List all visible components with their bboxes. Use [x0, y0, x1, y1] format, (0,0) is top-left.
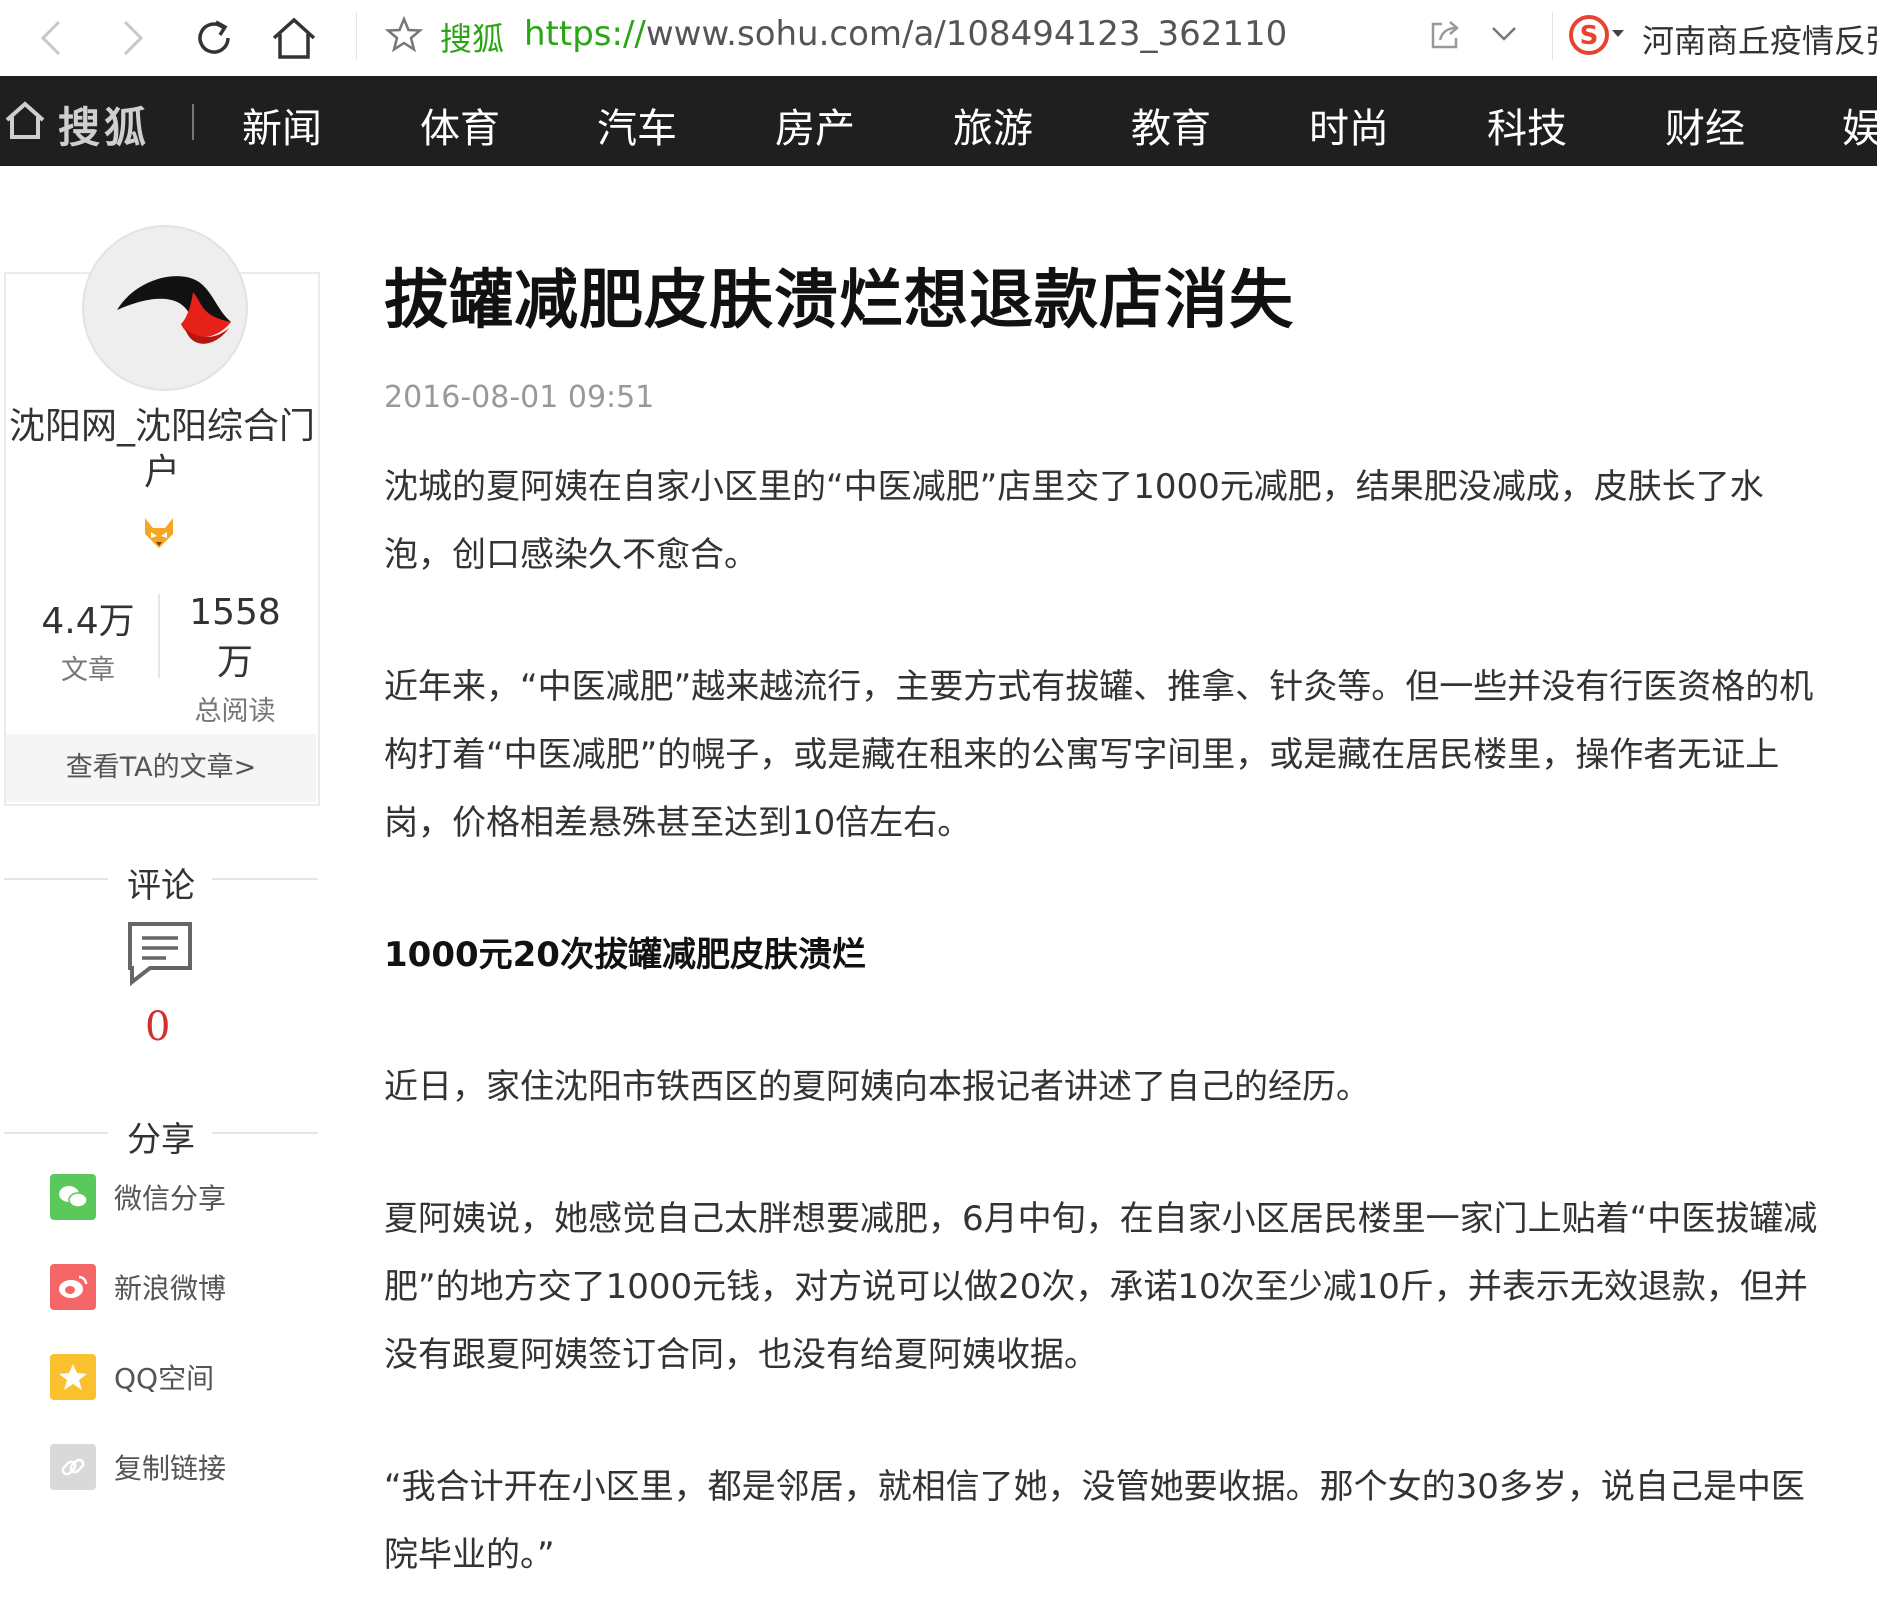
bookmark-star-icon[interactable] — [384, 15, 424, 58]
site-name-label: 搜狐 — [440, 20, 505, 58]
site-navigation: 搜狐 新闻 体育 汽车 房产 旅游 教育 时尚 科技 财经 娱 — [0, 76, 1877, 166]
total-reads-stat: 1558万 总阅读 — [172, 592, 298, 728]
back-button[interactable] — [24, 10, 80, 66]
share-weibo-label: 新浪微博 — [114, 1272, 227, 1305]
nav-item-entertainment[interactable]: 娱 — [1842, 96, 1877, 154]
article-count: 4.4万 — [41, 601, 135, 642]
article-paragraph: “我合计开在小区里，都是邻居，就相信了她，没管她要收据。那个女的30多岁，说自己… — [384, 1467, 1805, 1575]
comment-icon[interactable] — [126, 920, 194, 990]
sohu-logo[interactable]: 搜狐 — [58, 94, 150, 155]
article-count-label: 文章 — [61, 655, 115, 686]
comments-heading: 评论 — [127, 866, 195, 906]
copy-link-label: 复制链接 — [114, 1452, 227, 1485]
home-button[interactable] — [266, 10, 322, 66]
comments-section-header: 评论 — [4, 858, 318, 906]
nav-item-travel[interactable]: 旅游 — [953, 96, 1033, 154]
comment-count[interactable]: 0 — [145, 1004, 170, 1050]
share-wechat-label: 微信分享 — [114, 1182, 227, 1215]
share-qzone-label: QQ空间 — [114, 1362, 215, 1395]
article-paragraph: 沈城的夏阿姨在自家小区里的“中医减肥”店里交了1000元减肥，结果肥没减成，皮肤… — [384, 467, 1764, 575]
divider — [212, 878, 318, 880]
article-body: 拔罐减肥皮肤溃烂想退款店消失 2016-08-01 09:51 沈城的夏阿姨在自… — [384, 262, 1824, 1589]
author-name[interactable]: 沈阳网_沈阳综合门户 — [4, 404, 320, 496]
total-reads-label: 总阅读 — [194, 696, 276, 727]
article-subheading: 1000元20次拔罐减肥皮肤溃烂 — [384, 935, 866, 975]
chevron-down-icon[interactable] — [1490, 24, 1518, 48]
qzone-icon — [50, 1354, 96, 1400]
home-icon — [272, 17, 316, 59]
link-icon — [50, 1444, 96, 1490]
article-count-stat: 4.4万 文章 — [30, 592, 146, 687]
article-paragraph: 近日，家住沈阳市铁西区的夏阿姨向本报记者讲述了自己的经历。 — [384, 1067, 1370, 1107]
author-avatar[interactable] — [82, 225, 248, 391]
share-wechat-button[interactable]: 微信分享 — [50, 1172, 226, 1222]
copy-link-button[interactable]: 复制链接 — [50, 1442, 226, 1492]
nav-item-fashion[interactable]: 时尚 — [1309, 96, 1389, 154]
share-section-header: 分享 — [4, 1112, 318, 1160]
divider — [212, 1132, 318, 1134]
back-arrow-icon — [40, 20, 61, 56]
sohu-bird-logo-icon — [117, 276, 231, 344]
reload-icon — [198, 20, 230, 54]
article-paragraph: 夏阿姨说，她感觉自己太胖想要减肥，6月中旬，在自家小区居民楼里一家门上贴着“中医… — [384, 1199, 1818, 1375]
browser-toolbar: 搜狐 https://www.sohu.com/a/108494123_3621… — [0, 0, 1877, 76]
nav-home-icon[interactable] — [4, 100, 46, 144]
article-paragraph: 近年来，“中医减肥”越来越流行，主要方式有拔罐、推拿、针灸等。但一些并没有行医资… — [384, 667, 1814, 843]
nav-item-sports[interactable]: 体育 — [420, 96, 500, 154]
publish-date: 2016-08-01 09:51 — [384, 380, 655, 415]
forward-button[interactable] — [104, 10, 160, 66]
share-page-icon[interactable] — [1428, 18, 1462, 56]
nav-item-house[interactable]: 房产 — [775, 96, 855, 154]
view-author-articles-link[interactable]: 查看TA的文章> — [6, 734, 316, 802]
weibo-icon — [50, 1264, 96, 1310]
nav-item-finance[interactable]: 财经 — [1665, 96, 1745, 154]
wechat-icon — [50, 1174, 96, 1220]
search-engine-dropdown-icon[interactable] — [1612, 30, 1624, 37]
svg-text:S: S — [1580, 21, 1599, 51]
toolbar-separator — [356, 12, 357, 60]
nav-item-auto[interactable]: 汽车 — [597, 96, 677, 154]
nav-divider — [192, 104, 194, 140]
nav-item-education[interactable]: 教育 — [1131, 96, 1211, 154]
url-path: www.sohu.com/a/108494123_362110 — [645, 14, 1288, 54]
fox-badge-icon — [141, 516, 177, 554]
article-title: 拔罐减肥皮肤溃烂想退款店消失 — [384, 264, 1294, 338]
nav-item-tech[interactable]: 科技 — [1487, 96, 1567, 154]
share-qzone-button[interactable]: QQ空间 — [50, 1352, 214, 1402]
share-weibo-button[interactable]: 新浪微博 — [50, 1262, 226, 1312]
nav-item-news[interactable]: 新闻 — [242, 96, 322, 154]
reload-button[interactable] — [186, 10, 242, 66]
sogou-search-icon[interactable]: S — [1568, 14, 1610, 60]
url-scheme: https:// — [524, 14, 646, 54]
toolbar-separator — [1552, 12, 1553, 60]
stat-divider — [158, 594, 160, 678]
address-bar-url[interactable]: https://www.sohu.com/a/108494123_362110 — [524, 14, 1287, 54]
total-reads-count: 1558万 — [189, 592, 281, 683]
share-heading: 分享 — [127, 1120, 195, 1160]
forward-arrow-icon — [123, 20, 144, 56]
search-box[interactable]: 河南商丘疫情反弹 — [1642, 16, 1877, 62]
